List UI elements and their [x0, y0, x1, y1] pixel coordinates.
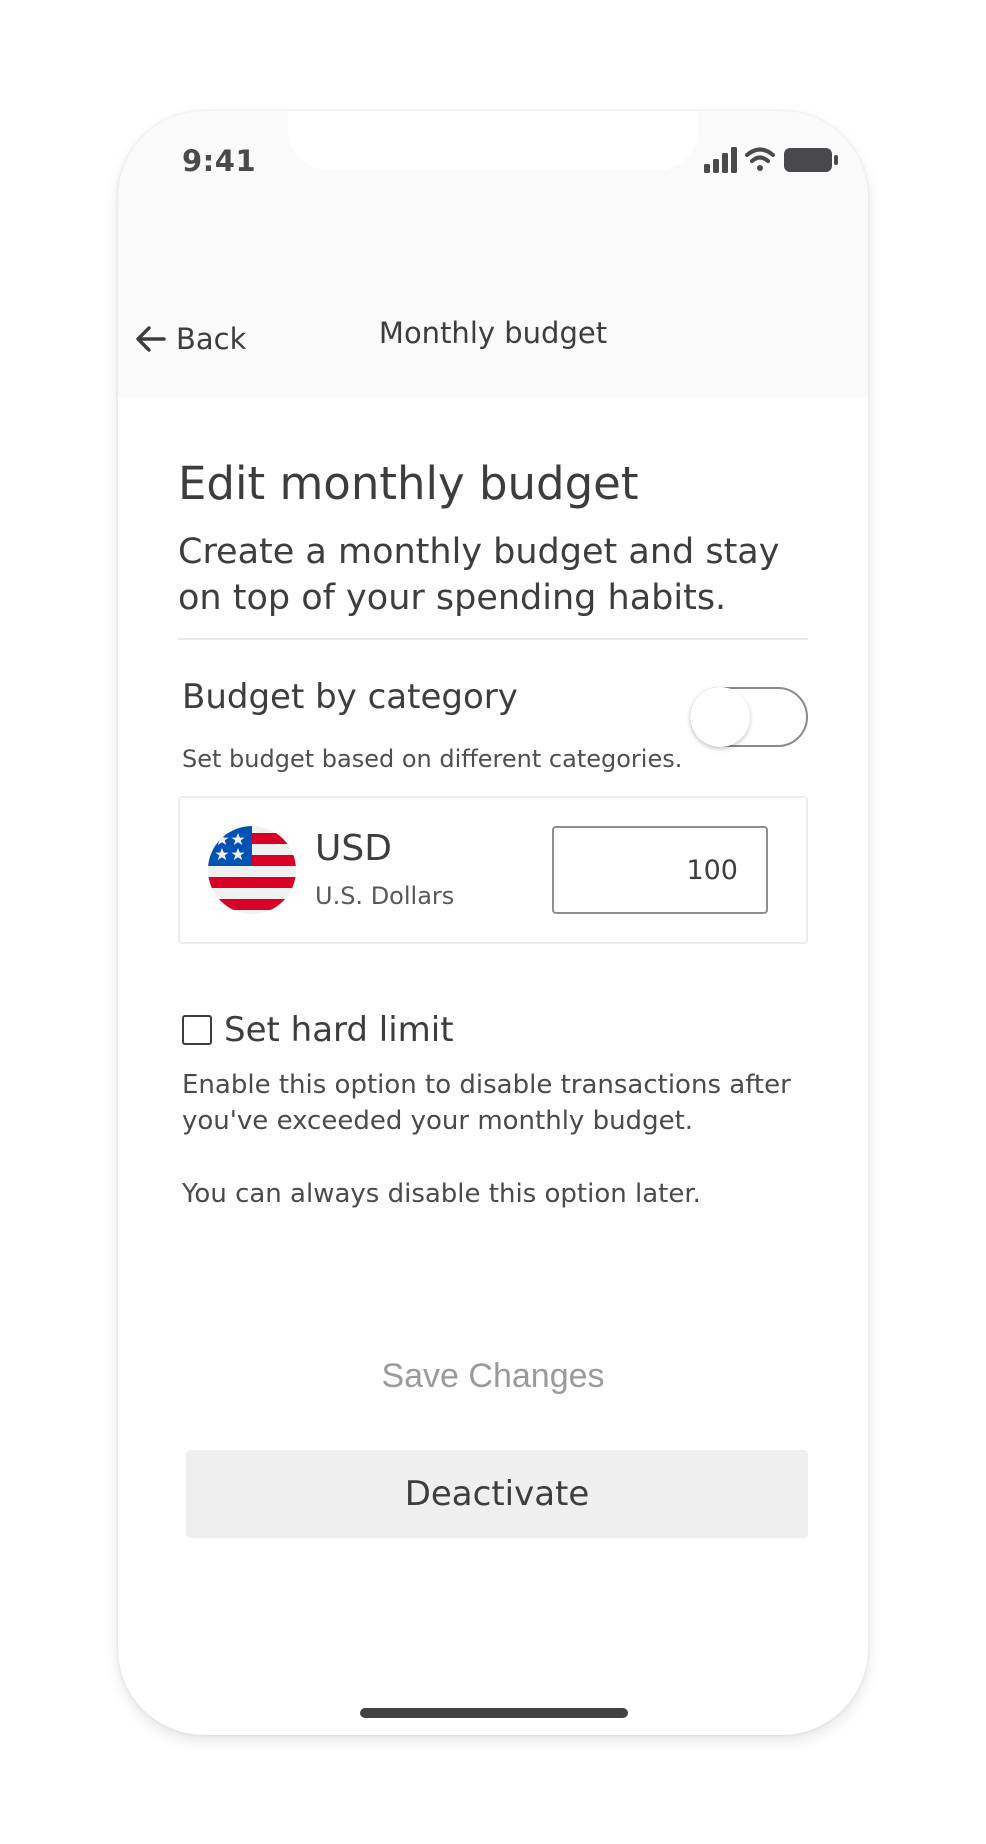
budget-by-category-toggle[interactable] [690, 687, 808, 747]
budget-by-category-label: Budget by category [182, 677, 518, 717]
us-flag-icon [208, 826, 296, 914]
budget-by-category-description: Set budget based on different categories… [182, 745, 683, 773]
currency-card: USD U.S. Dollars [178, 796, 808, 944]
currency-code: USD [315, 828, 392, 869]
wifi-icon [745, 147, 775, 171]
status-time: 9:41 [182, 144, 257, 178]
currency-name: U.S. Dollars [315, 882, 455, 910]
hard-limit-help-text: Enable this option to disable transactio… [182, 1070, 791, 1136]
hard-limit-note: You can always disable this option later… [182, 1179, 701, 1209]
page-title: Edit monthly budget [178, 457, 639, 510]
save-changes-button[interactable]: Save Changes [178, 1342, 808, 1408]
navigation-bar: Back Monthly budget [118, 286, 868, 397]
page-subtitle: Create a monthly budget and stay on top … [178, 532, 780, 618]
deactivate-button[interactable]: Deactivate [186, 1450, 808, 1538]
section-divider [178, 638, 808, 640]
status-icons [704, 147, 838, 173]
toggle-knob [690, 687, 750, 747]
signal-icon [704, 147, 737, 173]
device-notch [288, 111, 698, 170]
hard-limit-label: Set hard limit [224, 1010, 454, 1050]
budget-amount-input[interactable] [552, 826, 768, 914]
nav-title: Monthly budget [378, 316, 608, 350]
home-indicator [360, 1708, 628, 1718]
hard-limit-option[interactable]: Set hard limit [182, 1010, 454, 1050]
phone-frame: 9:41 Back Monthly budget Edit monthly bu… [118, 111, 868, 1735]
hard-limit-checkbox[interactable] [182, 1015, 212, 1045]
battery-icon [784, 148, 838, 172]
